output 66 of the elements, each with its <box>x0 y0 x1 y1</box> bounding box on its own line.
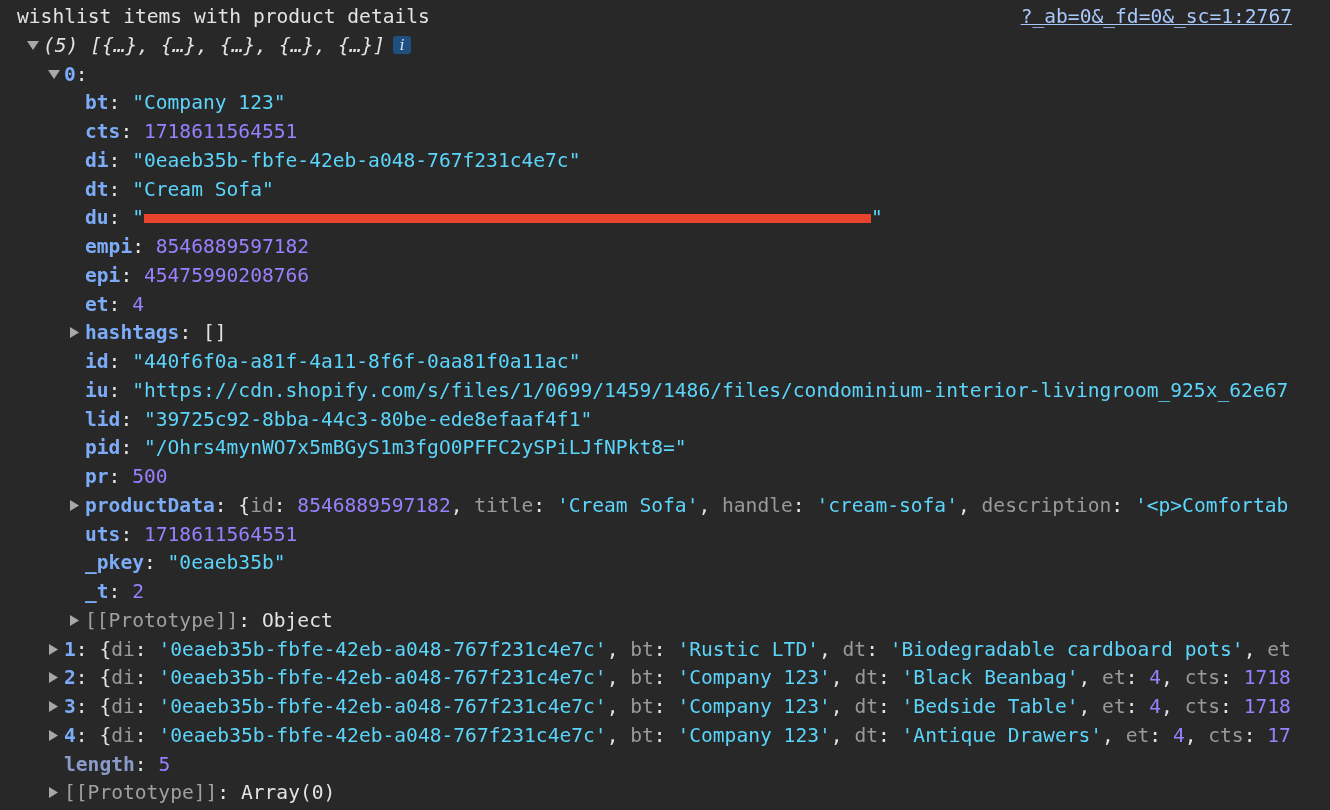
property-key: 0 <box>64 62 76 86</box>
property-key: et <box>85 292 109 316</box>
expand-arrow-icon[interactable] <box>48 68 60 80</box>
expand-arrow-icon[interactable] <box>48 701 60 713</box>
property-value: : " " <box>108 206 883 230</box>
source-link[interactable]: ?_ab=0&_fd=0&_sc=1:2767 <box>1020 5 1292 28</box>
property-value: : "0eaeb35b" <box>144 551 286 575</box>
property-key: hashtags <box>85 321 180 345</box>
info-badge[interactable]: i <box>393 36 412 55</box>
property-value: : 4 <box>108 292 144 316</box>
property-key: productData <box>85 493 215 517</box>
expand-arrow-icon[interactable] <box>48 729 60 741</box>
property-key: dt <box>85 177 109 201</box>
property-value: : "440f6f0a-a81f-4a11-8f6f-0aa81f0a11ac" <box>108 350 581 374</box>
property-key: cts <box>85 120 121 144</box>
property-value: : Object <box>238 608 333 632</box>
expand-arrow-icon[interactable] <box>48 643 60 655</box>
property-value: : Array(0) <box>217 781 336 805</box>
property-value: : 500 <box>108 465 168 489</box>
property-value: : {di: '0eaeb35b-fbfe-42eb-a048-767f231c4e7c', bt: 'Company 123', dt: 'Black Beanbag', et: 4, cts: 1718 <box>75 666 1291 690</box>
expand-arrow-icon[interactable] <box>48 787 60 799</box>
property-key: iu <box>85 378 109 402</box>
property-value: : [] <box>179 321 227 345</box>
expand-arrow-icon[interactable] <box>69 327 81 339</box>
expand-arrow-icon[interactable] <box>69 499 81 511</box>
property-value: : "0eaeb35b-fbfe-42eb-a048-767f231c4e7c" <box>108 148 581 172</box>
property-key: di <box>85 148 109 172</box>
property-value: : 2 <box>108 580 144 604</box>
property-key: pid <box>85 436 121 460</box>
property-value: : 1718611564551 <box>120 522 298 546</box>
property-value: : "Company 123" <box>108 91 286 115</box>
property-key: id <box>85 350 109 374</box>
property-value: : "https://cdn.shopify.com/s/files/1/0699/1459/1486/files/condominium-interior-livingroom_925x_62e67 <box>108 378 1289 402</box>
property-value: : "39725c92-8bba-44c3-80be-ede8efaaf4f1" <box>120 407 593 431</box>
property-key: length <box>64 752 135 776</box>
property-key: 1 <box>64 637 76 661</box>
property-value: : 8546889597182 <box>132 235 310 259</box>
property-value: : 1718611564551 <box>120 120 298 144</box>
property-value: : 5 <box>134 752 171 776</box>
property-value: : 45475990208766 <box>120 263 310 287</box>
property-value: : {di: '0eaeb35b-fbfe-42eb-a048-767f231c4e7c', bt: 'Company 123', dt: 'Antique Drawers', et: 4, cts: 17 <box>75 723 1291 747</box>
property-value: : "Cream Sofa" <box>108 177 274 201</box>
expand-arrow-icon[interactable] <box>27 39 39 51</box>
property-value: : <box>75 62 88 86</box>
property-key: 2 <box>64 666 76 690</box>
property-key: _pkey <box>85 551 144 575</box>
property-key: pr <box>85 465 109 489</box>
property-key: uts <box>85 522 121 546</box>
property-key: lid <box>85 407 121 431</box>
property-key: 4 <box>64 723 76 747</box>
property-value: : {di: '0eaeb35b-fbfe-42eb-a048-767f231c4e7c', bt: 'Company 123', dt: 'Bedside Table', et: 4, cts: 1718 <box>75 695 1291 719</box>
property-value: : {id: 8546889597182, title: 'Cream Sofa', handle: 'cream-sofa', description: '<p>Comfortab <box>214 493 1289 517</box>
expand-arrow-icon[interactable] <box>69 614 81 626</box>
property-key: [[Prototype]] <box>64 781 218 805</box>
property-value: : {di: '0eaeb35b-fbfe-42eb-a048-767f231c4e7c', bt: 'Rustic LTD', dt: 'Biodegradable cardboard pots', et <box>75 637 1291 661</box>
log-message: wishlist items with product details <box>17 5 430 28</box>
property-key: _t <box>85 580 109 604</box>
expand-arrow-icon[interactable] <box>48 672 60 684</box>
property-key: du <box>85 206 109 230</box>
property-value: (5) [{…}, {…}, {…}, {…}, {…}] <box>43 33 386 57</box>
property-key: 3 <box>64 695 76 719</box>
property-key: bt <box>85 91 109 115</box>
property-key: empi <box>85 235 133 259</box>
property-key: epi <box>85 263 121 287</box>
property-value: : "/Ohrs4mynWO7x5mBGyS1m3fgO0PFFC2ySPiLJfNPkt8=" <box>120 436 687 460</box>
property-key: [[Prototype]] <box>85 608 239 632</box>
